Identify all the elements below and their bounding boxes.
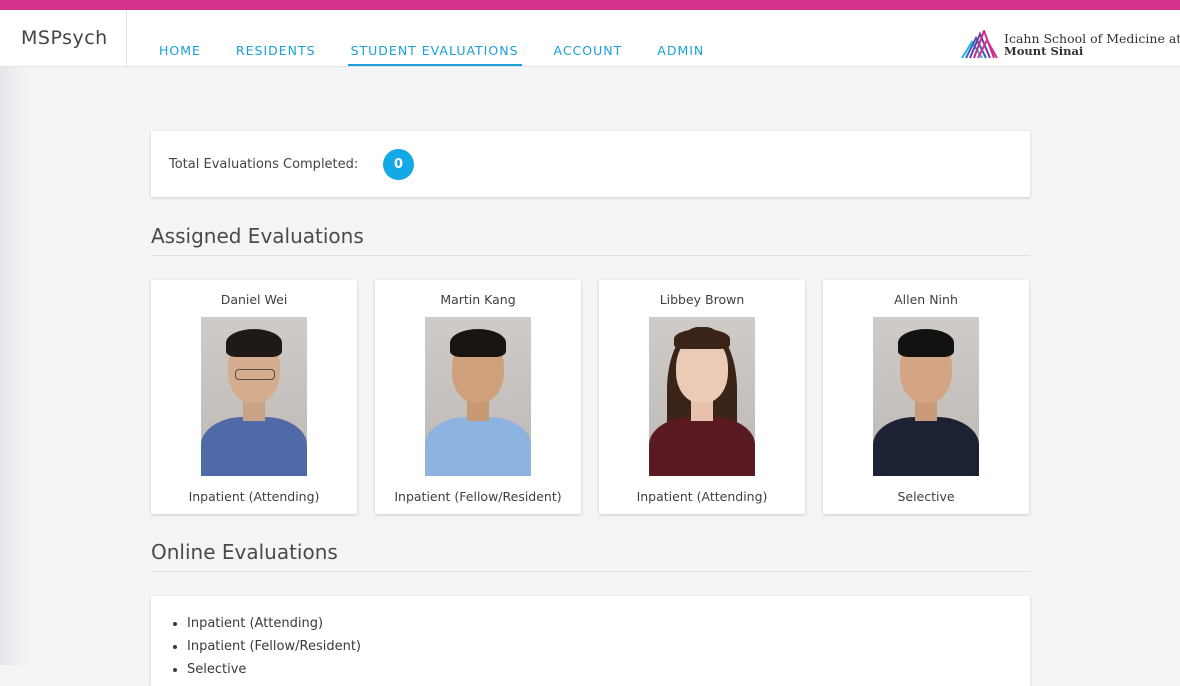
total-evaluations-count-badge: 0 xyxy=(383,149,414,180)
evaluation-type: Inpatient (Attending) xyxy=(636,489,768,504)
top-accent-bar xyxy=(0,0,1180,10)
section-divider xyxy=(151,255,1030,256)
main-nav: HOME RESIDENTS STUDENT EVALUATIONS ACCOU… xyxy=(151,10,731,66)
evaluation-card-daniel-wei[interactable]: Daniel Wei Inpatient (Attending) xyxy=(151,280,357,514)
evaluatee-name: Libbey Brown xyxy=(659,292,745,307)
evaluatee-name: Daniel Wei xyxy=(220,292,288,307)
institution-logo[interactable]: Icahn School of Medicine at Mount Sinai xyxy=(961,20,1180,60)
nav-residents[interactable]: RESIDENTS xyxy=(236,10,316,64)
online-evaluation-link[interactable]: Inpatient (Fellow/Resident) xyxy=(187,635,361,658)
nav-admin[interactable]: ADMIN xyxy=(657,10,704,64)
nav-student-evaluations[interactable]: STUDENT EVALUATIONS xyxy=(347,10,522,66)
assigned-evaluations-heading: Assigned Evaluations xyxy=(151,224,364,248)
evaluation-type: Selective xyxy=(897,489,955,504)
section-divider xyxy=(151,571,1030,572)
evaluatee-name: Martin Kang xyxy=(440,292,516,307)
avatar xyxy=(425,317,531,476)
evaluation-card-martin-kang[interactable]: Martin Kang Inpatient (Fellow/Resident) xyxy=(375,280,581,514)
online-evaluations-list: Inpatient (Attending) Inpatient (Fellow/… xyxy=(169,612,361,681)
evaluation-card-libbey-brown[interactable]: Libbey Brown Inpatient (Attending) xyxy=(599,280,805,514)
evaluation-type: Inpatient (Attending) xyxy=(188,489,320,504)
brand-name[interactable]: MSPsych xyxy=(0,10,127,66)
total-evaluations-label: Total Evaluations Completed: xyxy=(169,157,359,172)
avatar xyxy=(873,317,979,476)
online-evaluation-link[interactable]: Selective xyxy=(187,658,361,681)
online-evaluation-link[interactable]: Inpatient (Attending) xyxy=(187,612,361,635)
avatar xyxy=(201,317,307,476)
avatar xyxy=(649,317,755,476)
logo-text: Icahn School of Medicine at Mount Sinai xyxy=(1004,32,1180,58)
logo-line-2: Mount Sinai xyxy=(1004,44,1084,58)
evaluation-card-allen-ninh[interactable]: Allen Ninh Selective xyxy=(823,280,1029,514)
left-shadow xyxy=(0,67,30,665)
evaluatee-name: Allen Ninh xyxy=(894,292,958,307)
total-evaluations-card: Total Evaluations Completed: 0 xyxy=(151,131,1030,197)
mount-sinai-logo-icon xyxy=(961,30,998,59)
evaluation-type: Inpatient (Fellow/Resident) xyxy=(394,489,562,504)
online-evaluations-heading: Online Evaluations xyxy=(151,540,338,564)
online-evaluations-card: Inpatient (Attending) Inpatient (Fellow/… xyxy=(151,596,1030,686)
header: MSPsych HOME RESIDENTS STUDENT EVALUATIO… xyxy=(0,10,1180,67)
nav-home[interactable]: HOME xyxy=(159,10,201,64)
nav-account[interactable]: ACCOUNT xyxy=(554,10,623,64)
